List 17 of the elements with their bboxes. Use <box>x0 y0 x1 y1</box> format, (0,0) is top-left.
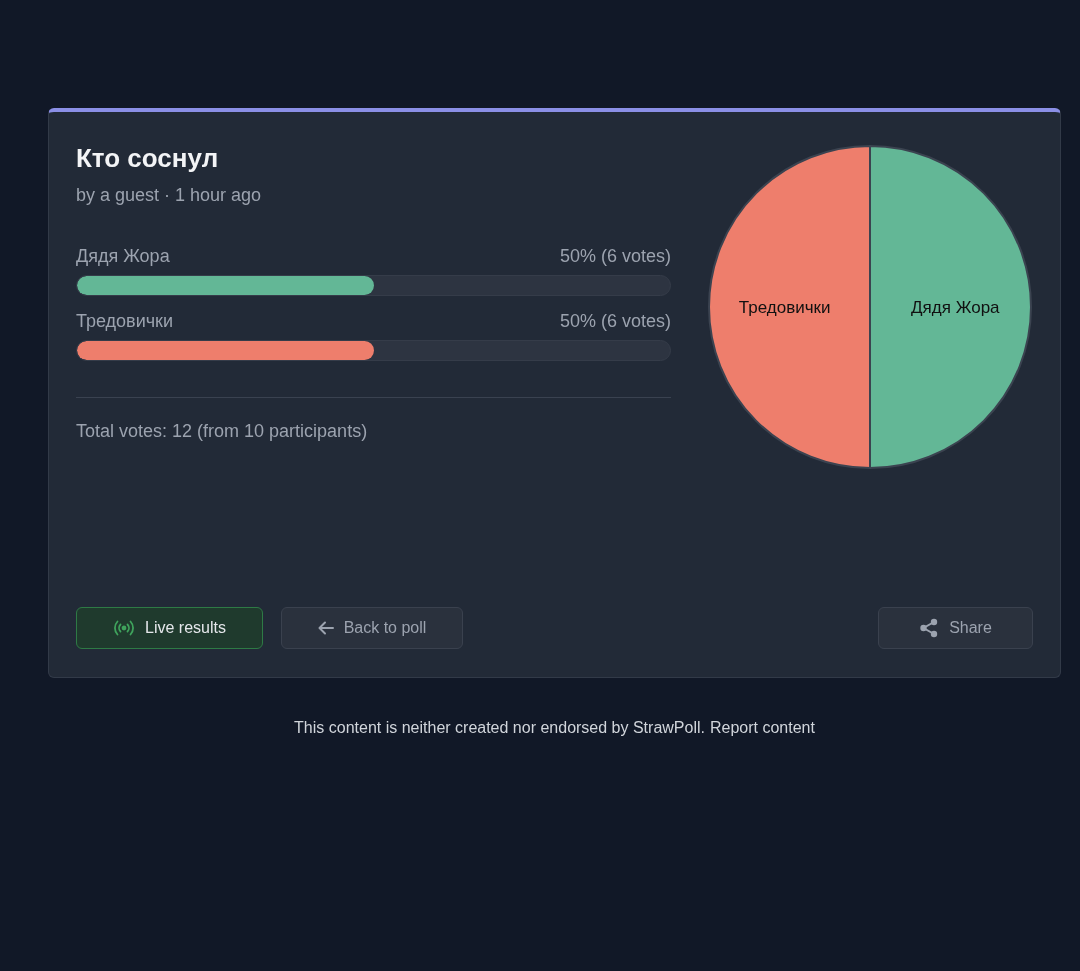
option-result: 50% (6 votes) <box>559 310 671 332</box>
live-results-button[interactable]: Live results <box>76 607 263 649</box>
poll-meta: by a guest · 1 hour ago <box>76 184 263 207</box>
report-content-link[interactable]: Report content <box>709 716 815 740</box>
share-button[interactable]: Share <box>878 607 1033 649</box>
option-label: Тредовички <box>76 310 174 332</box>
poll-title: Кто соснул <box>76 142 220 174</box>
share-icon <box>919 618 940 638</box>
back-to-poll-button[interactable]: Back to poll <box>281 607 463 649</box>
option-label: Дядя Жора <box>76 245 170 267</box>
total-votes: Total votes: 12 (from 10 participants) <box>76 420 369 443</box>
arrow-left-icon <box>317 621 334 635</box>
option-result: 50% (6 votes) <box>559 245 671 267</box>
slice-label: Тредовички <box>738 298 831 317</box>
disclaimer-text: This content is neither created nor endorsed by StrawPoll. <box>294 718 705 738</box>
slice-label: Дядя Жора <box>911 298 1000 317</box>
broadcast-icon <box>113 620 136 636</box>
